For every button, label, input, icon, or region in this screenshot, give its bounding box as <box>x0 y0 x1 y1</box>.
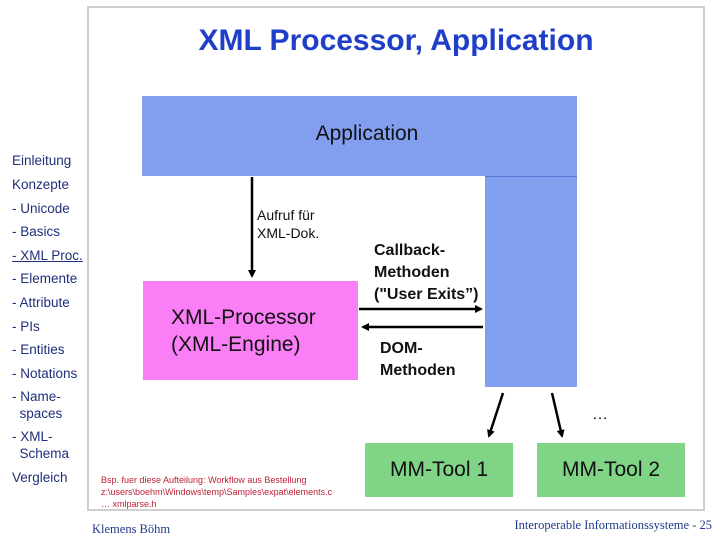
nav-item-einleitung[interactable]: Einleitung <box>12 152 71 169</box>
footer-author: Klemens Böhm <box>92 522 171 536</box>
nav-item-konzepte[interactable]: Konzepte <box>12 176 69 193</box>
nav-item-xml-schema[interactable]: - XML- Schema <box>12 428 69 462</box>
nav-item-xml-proc[interactable]: - XML Proc. <box>12 247 83 264</box>
nav-item-basics[interactable]: - Basics <box>12 223 60 240</box>
nav-item-notations[interactable]: - Notations <box>12 365 77 382</box>
footer-course-page: Interoperable Informationssysteme - 25 <box>514 518 712 532</box>
xml-processor-label: XML-Processor (XML-Engine) <box>171 306 316 356</box>
nav-item-entities[interactable]: - Entities <box>12 341 65 358</box>
mm-tool-2-box: MM-Tool 2 <box>537 443 685 497</box>
example-note: Bsp. fuer diese Aufteilung: Workflow aus… <box>101 475 333 509</box>
nav-item-unicode[interactable]: - Unicode <box>12 200 70 217</box>
nav-item-pis[interactable]: - PIs <box>12 318 40 335</box>
nav-item-vergleich[interactable]: Vergleich <box>12 469 68 486</box>
mm-tool-1-label: MM-Tool 1 <box>389 458 489 481</box>
slide-title: XML Processor, Application <box>198 24 594 57</box>
dom-methods-label: DOM- Methoden <box>380 340 456 379</box>
aufruf-label: Aufruf für XML-Dok. <box>257 207 320 241</box>
nav-item-attribute[interactable]: - Attribute <box>12 294 70 311</box>
nav-item-elemente[interactable]: - Elemente <box>12 270 77 287</box>
callback-label: Callback- Methoden ("User Exits”) <box>374 242 479 303</box>
application-column <box>485 176 577 387</box>
nav-item-namespaces[interactable]: - Name- spaces <box>12 388 62 422</box>
mm-tool-2-label: MM-Tool 2 <box>561 458 661 481</box>
application-label: Application <box>315 122 419 145</box>
mm-tool-1-box: MM-Tool 1 <box>365 443 513 497</box>
more-tools-ellipsis: … <box>592 406 608 423</box>
